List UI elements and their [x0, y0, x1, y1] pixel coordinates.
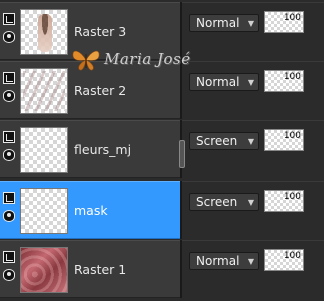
eye-icon[interactable]: [3, 210, 15, 222]
opacity-value: 100: [283, 251, 301, 261]
panel-resize-handle[interactable]: [179, 140, 185, 168]
opacity-field[interactable]: 100: [264, 70, 304, 92]
chevron-down-icon: ▼: [247, 198, 254, 207]
opacity-value: 100: [283, 13, 301, 23]
opacity-value: 100: [283, 131, 301, 141]
layer-name[interactable]: Raster 2: [74, 83, 126, 98]
layer-thumbnail[interactable]: [20, 247, 68, 293]
chevron-down-icon: ▼: [247, 78, 254, 87]
blend-mode-dropdown[interactable]: Normal ▼: [189, 73, 259, 91]
opacity-field[interactable]: 100: [264, 249, 304, 271]
layer-name[interactable]: Raster 3: [74, 24, 126, 39]
layer-settings: Screen ▼ 100: [182, 120, 324, 178]
portrait-thumbnail-icon: [38, 14, 52, 52]
layer-name[interactable]: Raster 1: [74, 262, 126, 277]
watermark-text: Maria José: [104, 50, 191, 68]
blend-mode-dropdown[interactable]: Screen ▼: [189, 132, 259, 150]
streaks-thumbnail-icon: [23, 71, 65, 111]
lock-icon[interactable]: [3, 13, 15, 25]
blend-mode-dropdown[interactable]: Normal ▼: [189, 252, 259, 270]
blend-mode-dropdown[interactable]: Normal ▼: [189, 14, 259, 32]
opacity-value: 100: [283, 192, 301, 202]
layer-toggle-icons: [3, 192, 17, 232]
layer-thumbnail[interactable]: [20, 127, 68, 173]
opacity-field[interactable]: 100: [264, 129, 304, 151]
eye-icon[interactable]: [3, 90, 15, 102]
layer-row-raster-1[interactable]: Raster 1 Normal ▼ 100: [0, 240, 324, 298]
blend-mode-dropdown[interactable]: Screen ▼: [189, 193, 259, 211]
opacity-field[interactable]: 100: [264, 190, 304, 212]
layer-row-fleurs-mj[interactable]: fleurs_mj Screen ▼ 100: [0, 120, 324, 178]
eye-icon[interactable]: [3, 269, 15, 281]
layer-info[interactable]: Raster 1: [0, 240, 180, 298]
blend-mode-value: Normal: [196, 254, 240, 268]
layer-info[interactable]: mask: [0, 181, 180, 239]
butterfly-icon: [72, 50, 100, 71]
layer-thumbnail[interactable]: [20, 68, 68, 114]
layer-info[interactable]: fleurs_mj: [0, 120, 180, 178]
lock-icon[interactable]: [3, 72, 15, 84]
layer-toggle-icons: [3, 13, 17, 53]
layer-row-mask[interactable]: mask Screen ▼ 100: [0, 181, 324, 239]
layer-settings: Normal ▼ 100: [182, 240, 324, 298]
layer-toggle-icons: [3, 131, 17, 171]
chevron-down-icon: ▼: [247, 257, 254, 266]
blend-mode-value: Screen: [196, 134, 238, 148]
chevron-down-icon: ▼: [247, 137, 254, 146]
layer-thumbnail[interactable]: [20, 9, 68, 55]
layers-panel: Raster 3 Normal ▼ 100 Raster 2 Normal ▼ …: [0, 0, 324, 301]
layer-name[interactable]: fleurs_mj: [74, 142, 131, 157]
blend-mode-value: Screen: [196, 195, 238, 209]
eye-icon[interactable]: [3, 149, 15, 161]
lock-icon[interactable]: [3, 131, 15, 143]
eye-icon[interactable]: [3, 31, 15, 43]
chevron-down-icon: ▼: [247, 19, 254, 28]
layer-toggle-icons: [3, 72, 17, 112]
layer-toggle-icons: [3, 251, 17, 291]
layer-settings: Screen ▼ 100: [182, 181, 324, 239]
opacity-value: 100: [283, 72, 301, 82]
lock-icon[interactable]: [3, 251, 15, 263]
blend-mode-value: Normal: [196, 75, 240, 89]
pink-texture-thumbnail-icon: [21, 248, 67, 292]
opacity-field[interactable]: 100: [264, 11, 304, 33]
lock-icon[interactable]: [3, 192, 15, 204]
layer-name[interactable]: mask: [74, 203, 108, 218]
layer-thumbnail[interactable]: [20, 188, 68, 234]
watermark: Maria José: [70, 46, 210, 74]
blend-mode-value: Normal: [196, 16, 240, 30]
